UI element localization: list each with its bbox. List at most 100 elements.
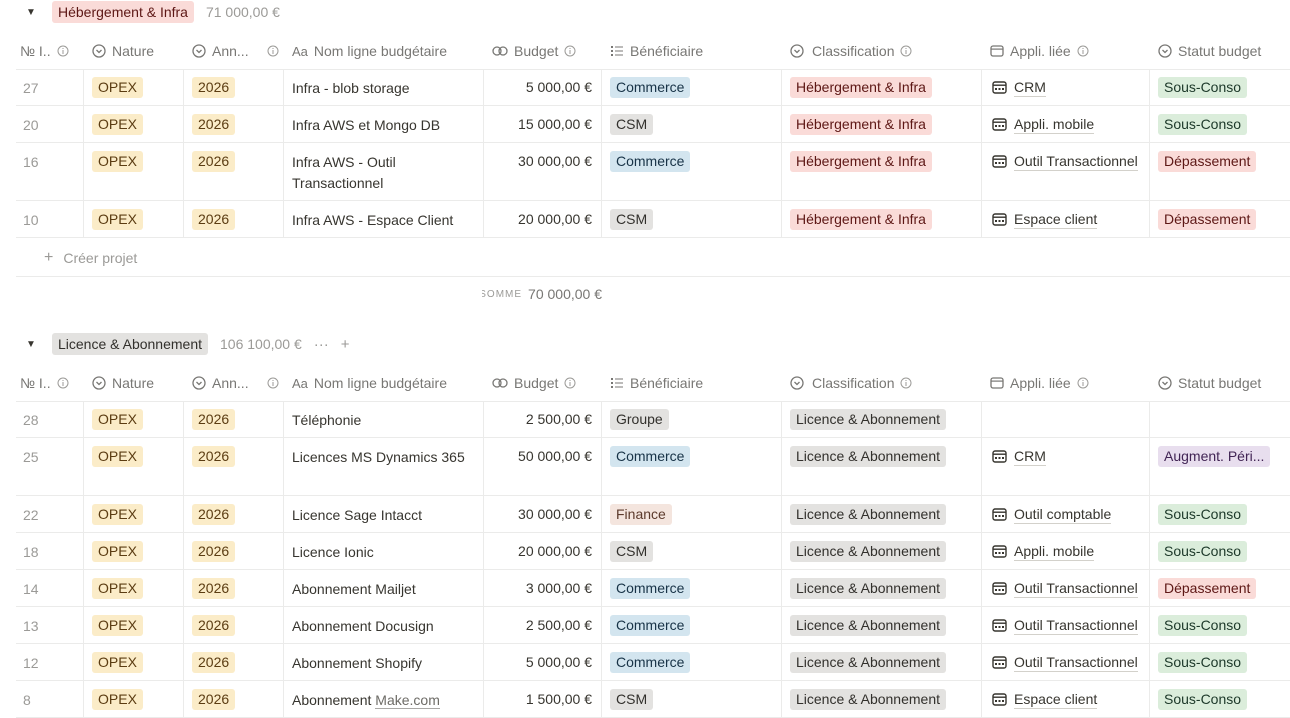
cell-num[interactable]: 16 [16, 143, 84, 200]
cell-num[interactable]: 25 [16, 438, 84, 495]
cell-classif[interactable]: Hébergement & Infra [782, 201, 982, 237]
col-header-nature[interactable]: Nature [92, 33, 188, 69]
cell-budget[interactable]: 1 500,00 € [484, 681, 602, 717]
col-header-beneficiaire[interactable]: Bénéficiaire [610, 33, 780, 69]
cell-appli[interactable]: Outil Transactionnel [982, 143, 1150, 200]
table-row[interactable]: 27 OPEX 2026 Infra - blob storage 5 000,00 €… [16, 69, 1290, 106]
cell-benef[interactable]: Commerce [602, 570, 782, 606]
cell-classif[interactable]: Licence & Abonnement [782, 681, 982, 717]
cell-appli[interactable]: Outil Transactionnel [982, 570, 1150, 606]
cell-annee[interactable]: 2026 [184, 106, 284, 142]
cell-annee[interactable]: 2026 [184, 644, 284, 680]
col-header-appli[interactable]: Appli. liée [990, 365, 1150, 401]
cell-appli[interactable]: Appli. mobile [982, 106, 1150, 142]
cell-statut[interactable]: Dépassement [1150, 570, 1290, 606]
linked-app[interactable]: Outil Transactionnel [1014, 152, 1138, 171]
cell-num[interactable]: 27 [16, 69, 84, 105]
col-header-budget[interactable]: Budget [492, 33, 604, 69]
linked-app[interactable]: Outil Transactionnel [1014, 579, 1138, 598]
cell-nom[interactable]: Téléphonie [284, 401, 484, 437]
col-header-nom[interactable]: Aa Nom ligne budgétaire [292, 33, 488, 69]
cell-nature[interactable]: OPEX [84, 69, 184, 105]
linked-app[interactable]: Outil Transactionnel [1014, 653, 1138, 672]
cell-appli[interactable]: Outil comptable [982, 496, 1150, 532]
linked-app[interactable]: Appli. mobile [1014, 115, 1095, 134]
cell-classif[interactable]: Licence & Abonnement [782, 607, 982, 643]
cell-benef[interactable]: CSM [602, 106, 782, 142]
cell-appli[interactable] [982, 401, 1150, 437]
cell-classif[interactable]: Licence & Abonnement [782, 644, 982, 680]
cell-budget[interactable]: 5 000,00 € [484, 69, 602, 105]
cell-benef[interactable]: Commerce [602, 69, 782, 105]
cell-nature[interactable]: OPEX [84, 496, 184, 532]
table-row[interactable]: 25 OPEX 2026 Licences MS Dynamics 365 50 000… [16, 438, 1290, 496]
cell-budget[interactable]: 30 000,00 € [484, 143, 602, 200]
cell-appli[interactable]: Appli. mobile [982, 533, 1150, 569]
cell-classif[interactable]: Licence & Abonnement [782, 438, 982, 495]
cell-num[interactable]: 28 [16, 401, 84, 437]
col-header-nom[interactable]: Aa Nom ligne budgétaire [292, 365, 488, 401]
cell-budget[interactable]: 30 000,00 € [484, 496, 602, 532]
cell-appli[interactable]: Espace client [982, 201, 1150, 237]
cell-benef[interactable]: CSM [602, 681, 782, 717]
cell-benef[interactable]: Commerce [602, 143, 782, 200]
cell-nature[interactable]: OPEX [84, 533, 184, 569]
cell-budget[interactable]: 20 000,00 € [484, 533, 602, 569]
linked-app[interactable]: CRM [1014, 447, 1046, 466]
col-header-statut[interactable]: Statut budget [1158, 365, 1288, 401]
col-header-annee[interactable]: Ann... [192, 33, 282, 69]
table-row[interactable]: 22 OPEX 2026 Licence Sage Intacct 30 000,00 … [16, 496, 1290, 533]
cell-nature[interactable]: OPEX [84, 681, 184, 717]
add-row-icon[interactable]: + [341, 336, 350, 353]
cell-budget[interactable]: 2 500,00 € [484, 401, 602, 437]
cell-annee[interactable]: 2026 [184, 201, 284, 237]
cell-appli[interactable]: Outil Transactionnel [982, 607, 1150, 643]
linked-app[interactable]: Espace client [1014, 210, 1098, 229]
cell-benef[interactable]: Commerce [602, 438, 782, 495]
cell-num[interactable]: 10 [16, 201, 84, 237]
table-row[interactable]: 18 OPEX 2026 Licence Ionic 20 000,00 € CSM Lic… [16, 533, 1290, 570]
cell-classif[interactable]: Licence & Abonnement [782, 401, 982, 437]
cell-classif[interactable]: Hébergement & Infra [782, 106, 982, 142]
cell-classif[interactable]: Licence & Abonnement [782, 570, 982, 606]
col-header-annee[interactable]: Ann... [192, 365, 282, 401]
cell-nom[interactable]: Infra - blob storage [284, 69, 484, 105]
create-project-row[interactable]: + Créer projet [16, 239, 1290, 277]
cell-statut[interactable]: Sous-Conso [1150, 644, 1290, 680]
cell-statut[interactable]: Sous-Conso [1150, 496, 1290, 532]
col-header-nature[interactable]: Nature [92, 365, 188, 401]
table-row[interactable]: 28 OPEX 2026 Téléphonie 2 500,00 € Groupe Lice… [16, 401, 1290, 438]
cell-annee[interactable]: 2026 [184, 401, 284, 437]
cell-budget[interactable]: 15 000,00 € [484, 106, 602, 142]
linked-app[interactable]: Appli. mobile [1014, 542, 1095, 561]
cell-appli[interactable]: Outil Transactionnel [982, 644, 1150, 680]
budget-sum-footer[interactable]: SOMME 70 000,00 € [482, 284, 602, 304]
cell-nature[interactable]: OPEX [84, 143, 184, 200]
cell-appli[interactable]: CRM [982, 69, 1150, 105]
cell-num[interactable]: 8 [16, 681, 84, 717]
cell-nom[interactable]: Licence Sage Intacct [284, 496, 484, 532]
linked-app[interactable]: Espace client [1014, 690, 1098, 709]
cell-annee[interactable]: 2026 [184, 69, 284, 105]
cell-statut[interactable]: Sous-Conso [1150, 106, 1290, 142]
cell-benef[interactable]: Commerce [602, 607, 782, 643]
col-header-beneficiaire[interactable]: Bénéficiaire [610, 365, 780, 401]
cell-num[interactable]: 14 [16, 570, 84, 606]
col-header-budget[interactable]: Budget [492, 365, 604, 401]
collapse-toggle-icon[interactable]: ▼ [26, 339, 40, 350]
linked-app[interactable]: Outil Transactionnel [1014, 616, 1138, 635]
cell-benef[interactable]: CSM [602, 533, 782, 569]
cell-statut[interactable]: Dépassement [1150, 143, 1290, 200]
cell-statut[interactable]: Sous-Conso [1150, 69, 1290, 105]
cell-statut[interactable]: Dépassement [1150, 201, 1290, 237]
cell-appli[interactable]: Espace client [982, 681, 1150, 717]
cell-nature[interactable]: OPEX [84, 106, 184, 142]
col-header-num[interactable]: № I.. [20, 365, 82, 401]
collapse-toggle-icon[interactable]: ▼ [26, 7, 40, 18]
cell-classif[interactable]: Licence & Abonnement [782, 496, 982, 532]
cell-classif[interactable]: Licence & Abonnement [782, 533, 982, 569]
more-options-icon[interactable]: ··· [314, 336, 329, 353]
cell-annee[interactable]: 2026 [184, 496, 284, 532]
cell-nom[interactable]: Licences MS Dynamics 365 [284, 438, 484, 495]
linked-app[interactable]: Outil comptable [1014, 505, 1112, 524]
